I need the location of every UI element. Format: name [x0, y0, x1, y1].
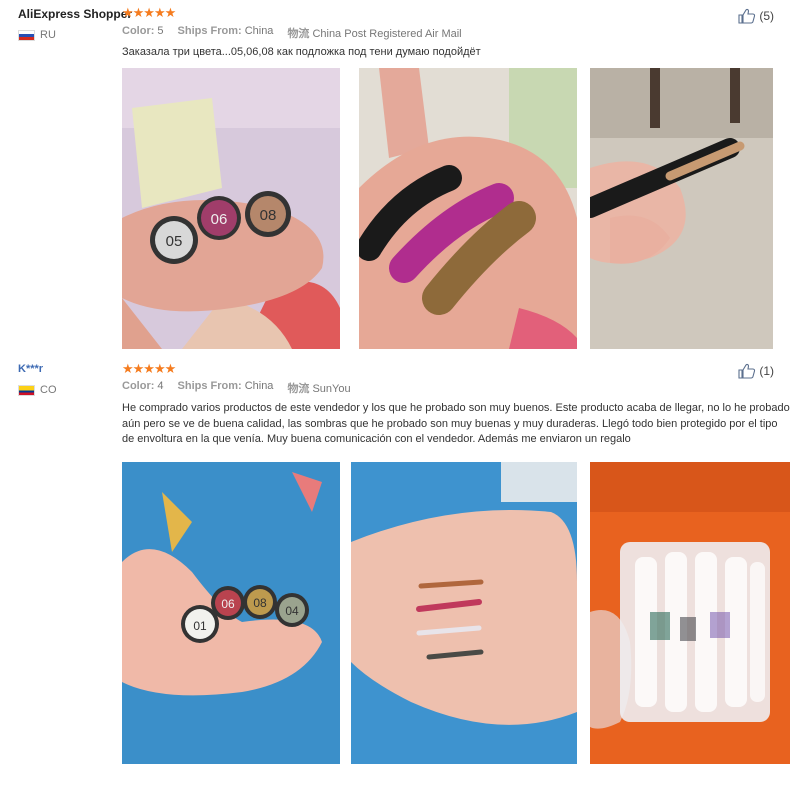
- svg-text:06: 06: [221, 597, 235, 611]
- pencil-cap: 08: [245, 191, 291, 237]
- color-label: Color:: [122, 380, 155, 392]
- review-photo[interactable]: [590, 462, 790, 764]
- review-photo[interactable]: [590, 68, 773, 349]
- logistics-label: 物流: [287, 28, 310, 40]
- russia-flag-icon: [18, 29, 35, 41]
- color-label: Color:: [122, 25, 155, 37]
- review-photo[interactable]: [359, 68, 577, 349]
- thumbs-up-icon: [738, 363, 756, 379]
- svg-text:05: 05: [166, 233, 183, 250]
- colombia-flag-icon: [18, 384, 35, 396]
- country-code: CO: [40, 384, 57, 396]
- review-item: AliExpress Shopper RU ★★★★★ Color: 5 Ship…: [0, 0, 800, 352]
- review-photo[interactable]: 01 06 08 04: [122, 462, 340, 764]
- logistics-value: SunYou: [312, 383, 351, 395]
- pencil-cap: 06: [197, 196, 241, 240]
- logistics-label: 物流: [287, 383, 310, 395]
- star-rating: ★★★★★: [122, 361, 176, 376]
- ships-from-label: Ships From:: [177, 25, 242, 37]
- review-text: He comprado varios productos de este ven…: [122, 402, 790, 445]
- reviewer-country: RU: [18, 29, 56, 41]
- star-rating: ★★★★★: [122, 5, 176, 20]
- review-photo[interactable]: [351, 462, 577, 764]
- pencil-cap: 04: [275, 593, 309, 627]
- pencil-cap: 06: [211, 586, 245, 620]
- review-photo[interactable]: 05 06 08: [122, 68, 340, 349]
- review-meta: Color: 5 Ships From: China 物流 China Post Re…: [122, 25, 462, 41]
- helpful-button[interactable]: (1): [738, 363, 774, 379]
- svg-text:08: 08: [260, 207, 277, 224]
- pencil-cap: 05: [150, 216, 198, 264]
- color-value: 4: [157, 380, 164, 392]
- country-code: RU: [40, 29, 56, 41]
- svg-text:08: 08: [253, 596, 267, 610]
- helpful-count: (5): [759, 9, 774, 23]
- thumbs-up-icon: [738, 8, 756, 24]
- review-meta: Color: 4 Ships From: China 物流 SunYou: [122, 380, 351, 396]
- helpful-button[interactable]: (5): [738, 8, 774, 24]
- color-value: 5: [157, 25, 164, 37]
- review-text: Заказала три цвета...05,06,08 как подлож…: [122, 46, 481, 58]
- logistics-value: China Post Registered Air Mail: [312, 28, 462, 40]
- ships-from-value: China: [244, 380, 274, 392]
- reviewer-name: K***r: [18, 363, 44, 375]
- review-item: K***r CO ★★★★★ Color: 4 Ships From: China …: [0, 358, 800, 800]
- reviewer-country: CO: [18, 384, 57, 396]
- ships-from-value: China: [244, 25, 274, 37]
- helpful-count: (1): [759, 364, 774, 378]
- reviewer-name: AliExpress Shopper: [18, 7, 133, 21]
- svg-text:04: 04: [285, 604, 299, 618]
- ships-from-label: Ships From:: [177, 380, 242, 392]
- svg-text:01: 01: [193, 619, 207, 633]
- pencil-cap: 08: [243, 585, 277, 619]
- svg-text:06: 06: [211, 211, 228, 228]
